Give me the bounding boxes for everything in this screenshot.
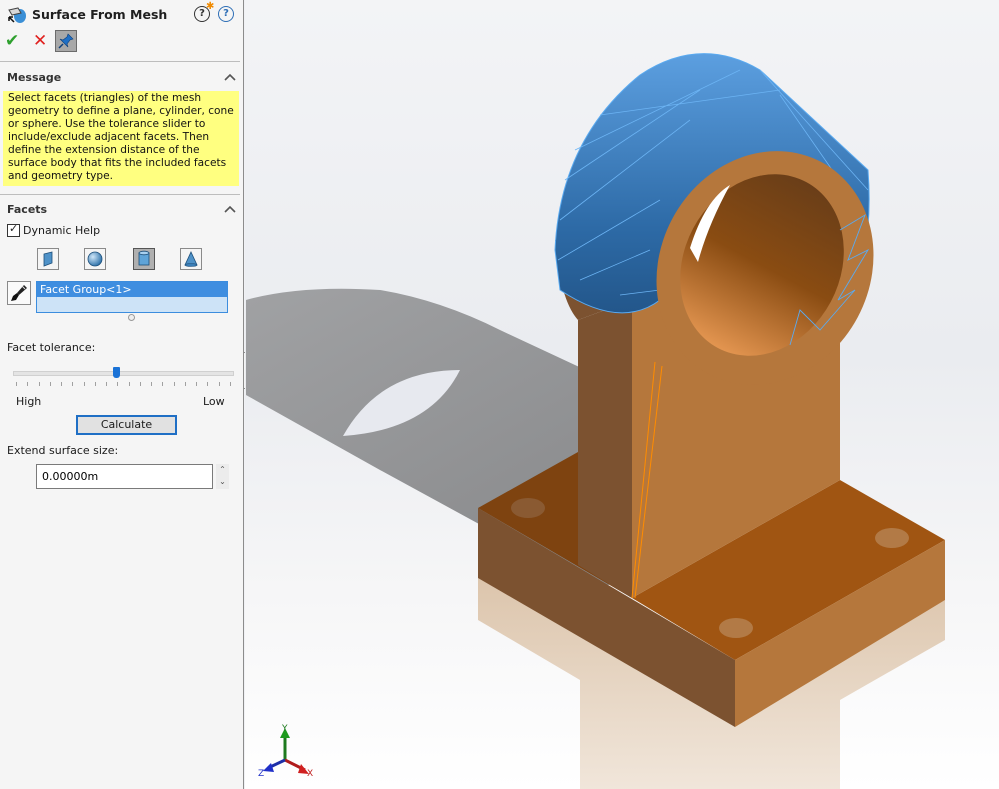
- slider-tick: [94, 382, 96, 386]
- triad-z-label: Z: [258, 769, 264, 779]
- mount-hole: [511, 498, 545, 518]
- close-icon: ✕: [33, 31, 48, 51]
- sphere-icon: [87, 251, 103, 267]
- surface-from-mesh-icon: [8, 7, 26, 23]
- slider-tick: [117, 382, 119, 386]
- spin-down-icon[interactable]: ⌄: [216, 476, 229, 488]
- extend-size-spinner[interactable]: ⌃ ⌄: [216, 464, 229, 489]
- paintbrush-icon: [11, 285, 27, 301]
- mount-hole: [719, 618, 753, 638]
- slider-tick: [16, 382, 17, 386]
- divider: [0, 61, 240, 62]
- cancel-button[interactable]: ✕: [33, 32, 51, 50]
- slider-tick: [196, 382, 198, 386]
- upright-side: [578, 300, 632, 598]
- extend-surface-size-input[interactable]: [36, 464, 213, 489]
- sphere-type-button[interactable]: [84, 248, 106, 270]
- facets-group-title: Facets: [7, 203, 48, 216]
- extend-surface-size-label: Extend surface size:: [7, 444, 119, 457]
- cone-icon: [184, 251, 198, 267]
- chevron-up-icon[interactable]: [224, 73, 236, 81]
- list-item[interactable]: Facet Group<1>: [37, 282, 227, 297]
- slider-tick: [230, 382, 231, 386]
- message-group-title: Message: [7, 71, 62, 84]
- panel-header: Surface From Mesh ? ✱ ? ✔ ✕: [0, 0, 244, 60]
- checkmark-icon: ✔: [5, 31, 20, 51]
- calculate-button[interactable]: Calculate: [76, 415, 177, 435]
- slider-high-label: High: [16, 395, 42, 408]
- plane-icon: [43, 251, 53, 267]
- cone-type-button[interactable]: [180, 248, 202, 270]
- slider-thumb[interactable]: [112, 367, 120, 378]
- slider-low-label: Low: [203, 395, 225, 408]
- pin-button[interactable]: [55, 30, 77, 52]
- message-text: Select facets (triangles) of the mesh ge…: [3, 91, 239, 186]
- whats-new-help-button[interactable]: ? ✱: [194, 1, 214, 22]
- slider-tick: [72, 382, 74, 386]
- slider-tick: [128, 382, 130, 386]
- graphics-viewport[interactable]: Y X Z: [245, 0, 999, 789]
- paint-select-button[interactable]: [7, 281, 31, 305]
- checkmark-icon: ✓: [9, 222, 19, 235]
- help-icon: ?: [218, 6, 234, 22]
- list-resize-handle[interactable]: [128, 314, 135, 321]
- triad-x-label: X: [307, 769, 313, 779]
- slider-tick: [139, 382, 141, 386]
- chevron-up-icon[interactable]: [224, 205, 236, 213]
- divider: [0, 194, 240, 195]
- slider-tick: [61, 382, 63, 386]
- slider-tick: [184, 382, 186, 386]
- dynamic-help-checkbox[interactable]: ✓: [7, 222, 20, 237]
- slider-tick: [83, 382, 85, 386]
- facet-tolerance-label: Facet tolerance:: [7, 341, 96, 354]
- slider-tick: [38, 382, 40, 386]
- spark-icon: ✱: [206, 1, 215, 12]
- pushpin-icon: [58, 33, 74, 49]
- help-button[interactable]: ?: [218, 6, 234, 22]
- mount-hole: [875, 528, 909, 548]
- cylinder-icon: [138, 250, 150, 266]
- slider-ticks: [16, 382, 231, 386]
- model-view: Y X Z: [246, 53, 945, 789]
- property-manager-panel: Surface From Mesh ? ✱ ? ✔ ✕ Message Sele…: [0, 0, 244, 789]
- facet-selection-list[interactable]: Facet Group<1>: [36, 281, 228, 313]
- panel-title: Surface From Mesh: [32, 7, 168, 22]
- spin-up-icon[interactable]: ⌃: [216, 464, 229, 476]
- dynamic-help-label: Dynamic Help: [23, 224, 101, 237]
- cylinder-type-button[interactable]: [133, 248, 155, 270]
- slider-tick: [27, 382, 29, 386]
- slider-tick: [49, 382, 51, 386]
- slider-tick: [207, 382, 209, 386]
- ok-button[interactable]: ✔: [5, 32, 23, 50]
- triad-y-label: Y: [281, 724, 288, 734]
- slider-track[interactable]: [13, 371, 234, 376]
- slider-tick: [151, 382, 153, 386]
- slider-tick: [162, 382, 164, 386]
- slider-tick: [218, 382, 220, 386]
- slider-tick: [173, 382, 175, 386]
- slider-tick: [106, 382, 108, 386]
- plane-type-button[interactable]: [37, 248, 59, 270]
- view-triad: Y X Z: [258, 724, 313, 779]
